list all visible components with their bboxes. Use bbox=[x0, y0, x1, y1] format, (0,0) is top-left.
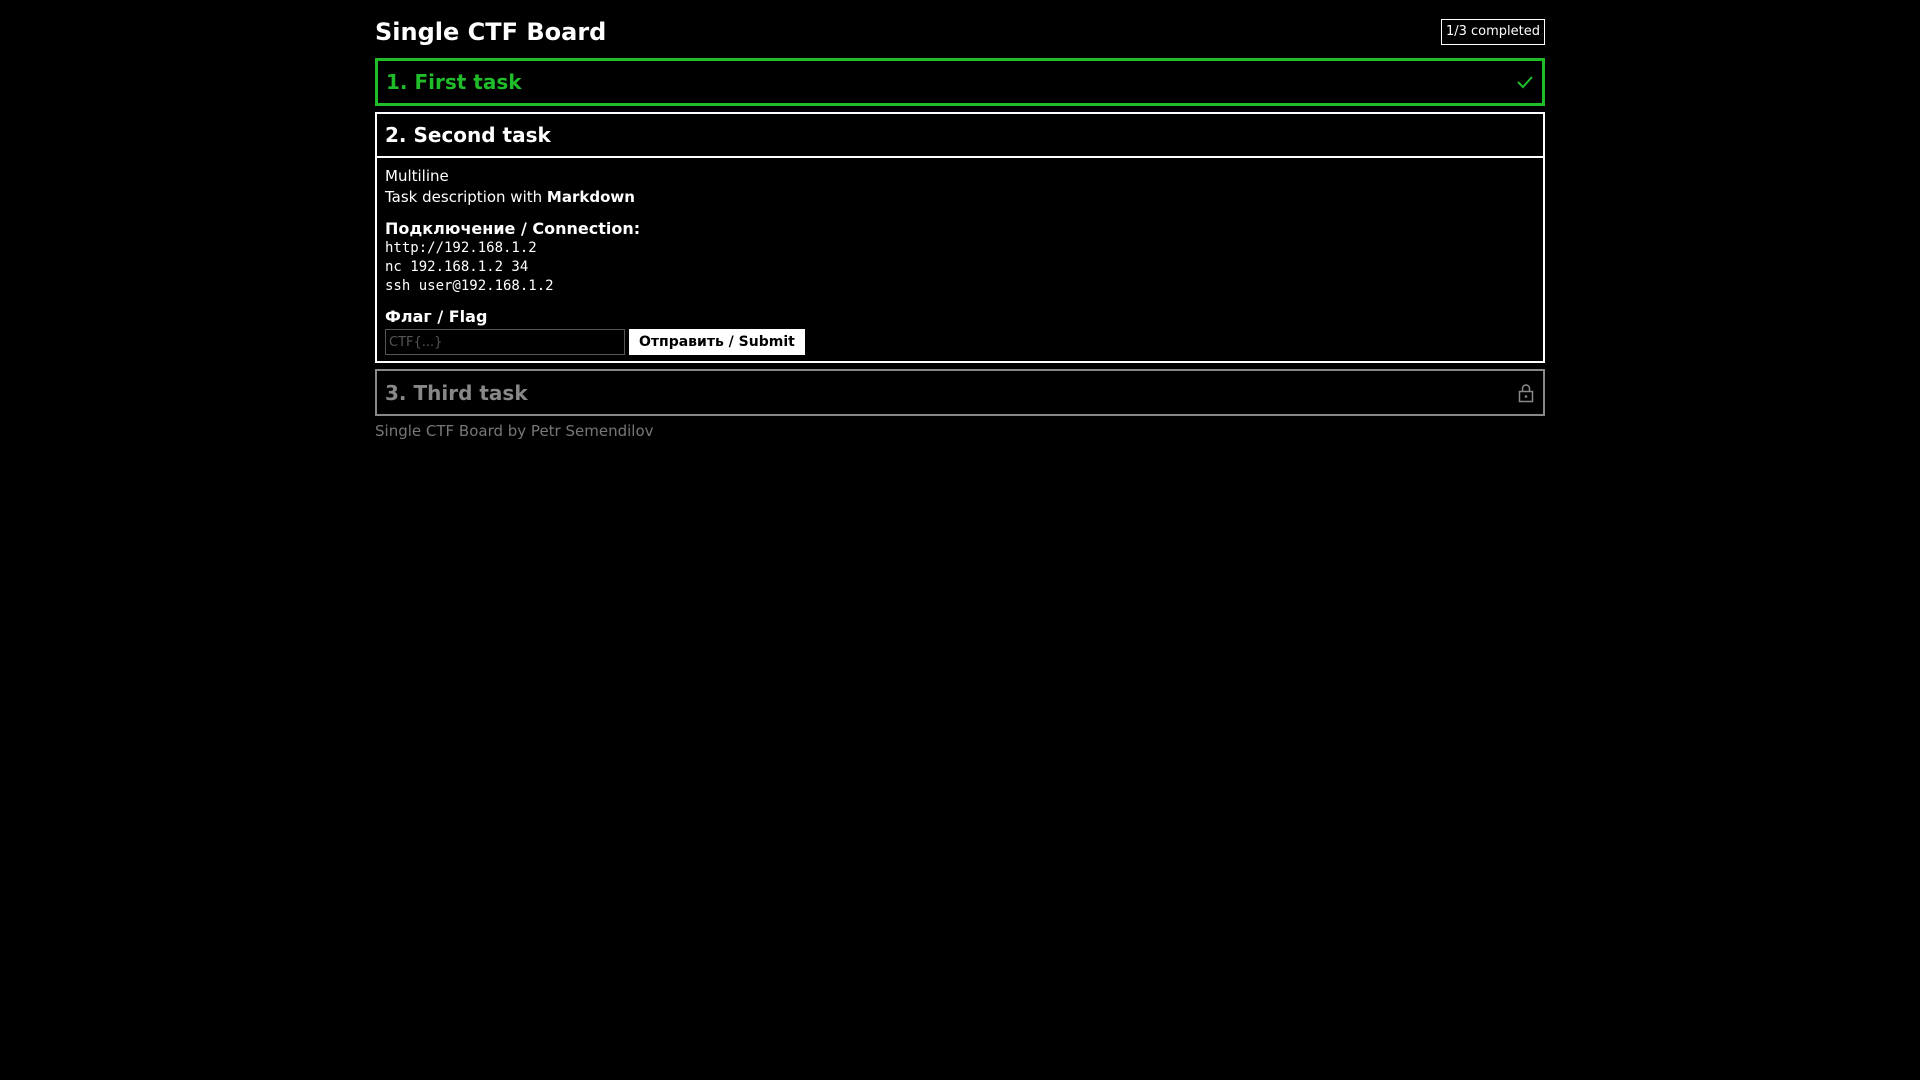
task-1-title: 1. First task bbox=[386, 70, 522, 94]
task-2-body: Multiline Task description with Markdown… bbox=[377, 158, 1543, 361]
task-2-title: 2. Second task bbox=[385, 123, 551, 147]
description-text: Task description with bbox=[385, 188, 547, 206]
task-1[interactable]: 1. First task bbox=[375, 58, 1545, 106]
check-icon bbox=[1516, 73, 1534, 91]
task-description-line-1: Multiline bbox=[385, 167, 449, 185]
header: Single CTF Board 1/3 completed bbox=[375, 14, 1545, 50]
connection-heading: Подключение / Connection: bbox=[385, 219, 641, 238]
footer: Single CTF Board by Petr Semendilov bbox=[375, 422, 654, 440]
flag-heading: Флаг / Flag bbox=[385, 307, 488, 326]
flag-form: Отправить / Submit bbox=[385, 329, 1535, 355]
flag-input[interactable] bbox=[385, 329, 625, 355]
page-title: Single CTF Board bbox=[375, 18, 607, 46]
task-3-title: 3. Third task bbox=[385, 380, 528, 405]
connection-line: nc 192.168.1.2 34 bbox=[385, 259, 529, 275]
connection-line: ssh user@192.168.1.2 bbox=[385, 278, 554, 294]
task-3-header: 3. Third task bbox=[377, 371, 1543, 414]
progress-badge: 1/3 completed bbox=[1440, 19, 1545, 45]
task-1-header[interactable]: 1. First task bbox=[378, 61, 1542, 103]
description-bold-text: Markdown bbox=[546, 188, 635, 206]
task-3: 3. Third task bbox=[375, 369, 1545, 416]
lock-icon bbox=[1517, 383, 1535, 403]
task-description-line-2: Task description with Markdown bbox=[385, 187, 1535, 208]
task-2-header[interactable]: 2. Second task bbox=[377, 114, 1543, 158]
submit-button[interactable]: Отправить / Submit bbox=[629, 329, 805, 355]
board: Single CTF Board 1/3 completed 1. First … bbox=[375, 14, 1545, 440]
connection-line: http://192.168.1.2 bbox=[385, 240, 537, 256]
task-2: 2. Second task Multiline Task descriptio… bbox=[375, 112, 1545, 363]
